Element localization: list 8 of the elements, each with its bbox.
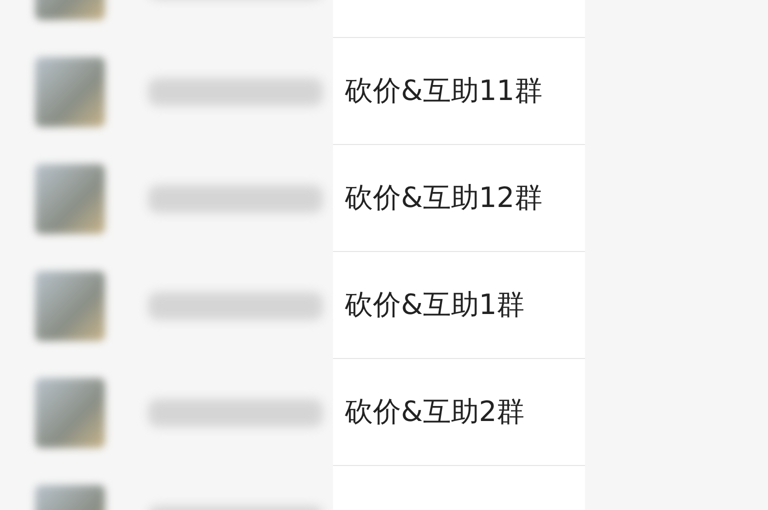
avatar-placeholder bbox=[35, 270, 105, 340]
group-name[interactable]: 砍价&互助2群 bbox=[345, 393, 525, 431]
avatar-placeholder bbox=[35, 378, 105, 448]
group-name[interactable]: 砍价&互助11群 bbox=[345, 72, 542, 110]
group-name[interactable]: 砍价&互助12群 bbox=[345, 179, 542, 217]
avatar-placeholder bbox=[35, 164, 105, 234]
group-name[interactable]: 砍价&互助1群 bbox=[345, 286, 525, 324]
avatar-placeholder bbox=[35, 56, 105, 126]
